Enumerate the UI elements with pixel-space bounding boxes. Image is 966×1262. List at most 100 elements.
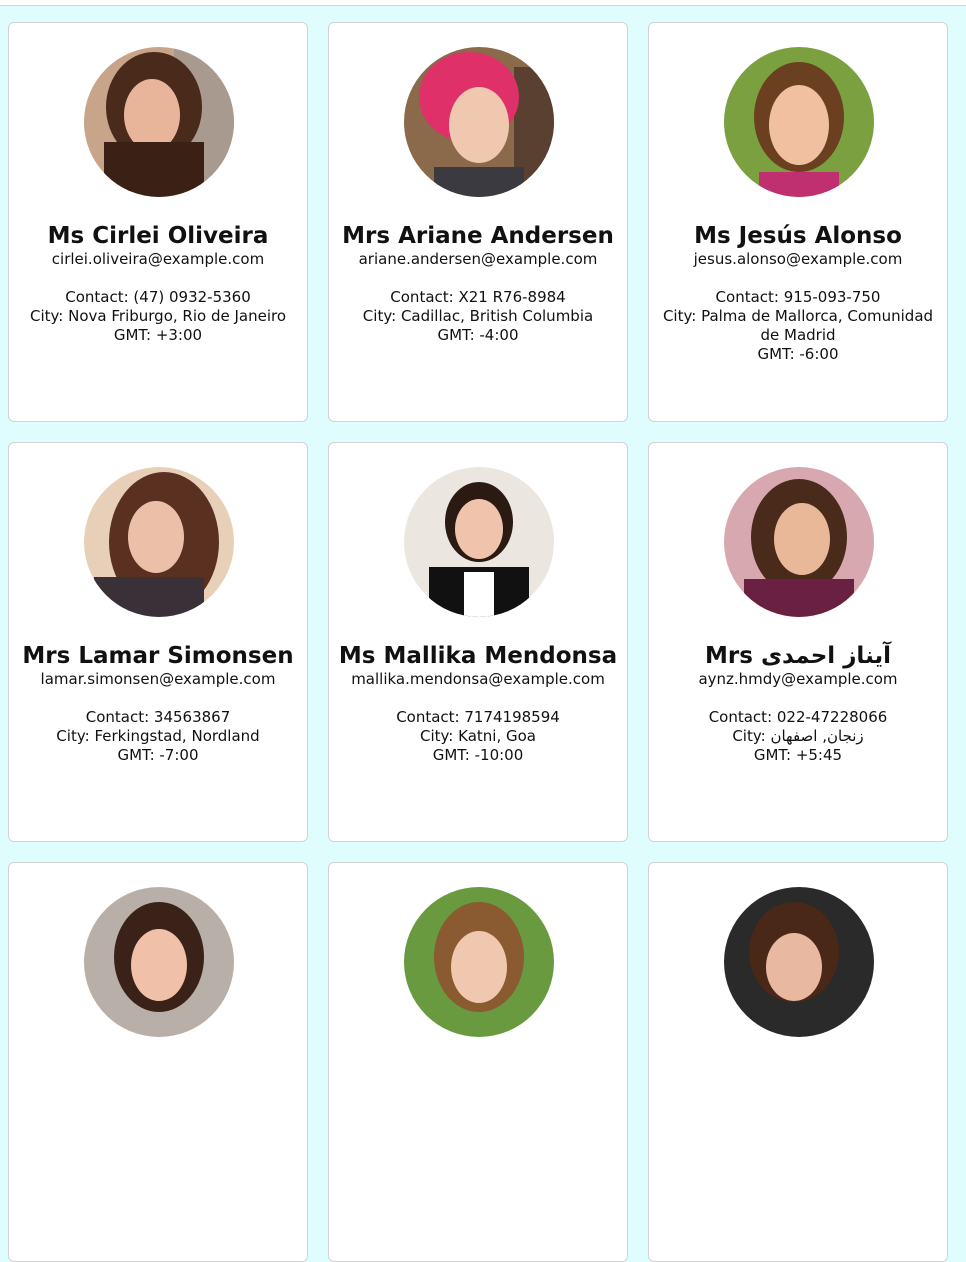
user-photo-image <box>84 467 234 617</box>
contact-line: Contact: 022-47228066 <box>661 708 935 727</box>
contact-label: Contact: <box>715 288 784 306</box>
user-card <box>328 862 628 1262</box>
user-card: Mrs Ariane Andersen ariane.andersen@exam… <box>328 22 628 422</box>
city-label: City: <box>420 727 459 745</box>
user-name: Ms Cirlei Oliveira <box>47 223 269 249</box>
user-photo <box>404 47 554 197</box>
user-photo <box>84 467 234 617</box>
gmt-line: GMT: +5:45 <box>661 746 935 765</box>
user-photo-image <box>84 887 234 1037</box>
contact-label: Contact: <box>390 288 459 306</box>
user-email: cirlei.oliveira@example.com <box>51 250 265 268</box>
city-label: City: <box>56 727 95 745</box>
contact-label: Contact: <box>85 708 154 726</box>
gmt-value: -6:00 <box>799 345 839 363</box>
user-details: Contact: 34563867 City: Ferkingstad, Nor… <box>21 708 295 765</box>
gmt-value: +3:00 <box>155 326 203 344</box>
gmt-value: +5:45 <box>795 746 843 764</box>
city-line: City: Cadillac, British Columbia <box>341 307 615 326</box>
user-photo <box>724 467 874 617</box>
city-value: زنجان, اصفهان <box>770 727 864 745</box>
user-details: Contact: (47) 0932-5360 City: Nova Fribu… <box>21 288 295 345</box>
user-photo-image <box>724 47 874 197</box>
user-name: Mrs Lamar Simonsen <box>22 643 294 669</box>
gmt-line: GMT: +3:00 <box>21 326 295 345</box>
user-email: lamar.simonsen@example.com <box>40 670 276 688</box>
contact-line: Contact: X21 R76-8984 <box>341 288 615 307</box>
user-photo-image <box>724 887 874 1037</box>
city-label: City: <box>662 307 702 325</box>
user-details: Contact: 7174198594 City: Katni, Goa GMT… <box>341 708 615 765</box>
city-value: Ferkingstad, Nordland <box>94 727 260 745</box>
user-details: Contact: 022-47228066 City: زنجان, اصفها… <box>661 708 935 765</box>
contact-value: 022-47228066 <box>776 708 888 726</box>
contact-label: Contact: <box>708 708 777 726</box>
gmt-label: GMT: <box>432 746 475 764</box>
user-details: Contact: X21 R76-8984 City: Cadillac, Br… <box>341 288 615 345</box>
user-card: Mrs آیناز احمدی aynz.hmdy@example.com Co… <box>648 442 948 842</box>
city-label: City: <box>732 727 771 745</box>
city-value: Cadillac, British Columbia <box>400 307 594 325</box>
contact-line: Contact: 7174198594 <box>341 708 615 727</box>
user-photo-image <box>404 467 554 617</box>
user-photo-image <box>404 887 554 1037</box>
user-name: Ms Jesús Alonso <box>694 223 902 249</box>
user-photo <box>404 467 554 617</box>
city-line: City: Palma de Mallorca, Comunidad de Ma… <box>661 307 935 345</box>
contact-label: Contact: <box>396 708 465 726</box>
gmt-value: -10:00 <box>474 746 524 764</box>
gmt-value: -4:00 <box>479 326 519 344</box>
contact-value: 34563867 <box>153 708 231 726</box>
user-email: mallika.mendonsa@example.com <box>351 670 605 688</box>
contact-line: Contact: 34563867 <box>21 708 295 727</box>
gmt-label: GMT: <box>753 746 796 764</box>
user-photo <box>404 887 554 1037</box>
user-card <box>8 862 308 1262</box>
contact-value: X21 R76-8984 <box>458 288 566 306</box>
gmt-label: GMT: <box>113 326 156 344</box>
gmt-line: GMT: -10:00 <box>341 746 615 765</box>
contact-value: 915-093-750 <box>783 288 881 306</box>
city-line: City: Ferkingstad, Nordland <box>21 727 295 746</box>
user-name: Ms Mallika Mendonsa <box>338 643 618 669</box>
user-email: ariane.andersen@example.com <box>358 250 598 268</box>
user-name: Mrs آیناز احمدی <box>705 643 891 669</box>
user-email: aynz.hmdy@example.com <box>698 670 898 688</box>
city-value: Katni, Goa <box>458 727 536 745</box>
user-photo <box>724 887 874 1037</box>
user-photo-image <box>404 47 554 197</box>
gmt-line: GMT: -7:00 <box>21 746 295 765</box>
gmt-label: GMT: <box>117 746 160 764</box>
city-label: City: <box>362 307 401 325</box>
user-email: jesus.alonso@example.com <box>693 250 903 268</box>
gmt-line: GMT: -4:00 <box>341 326 615 345</box>
user-details: Contact: 915-093-750 City: Palma de Mall… <box>661 288 935 364</box>
user-photo-image <box>84 47 234 197</box>
gmt-value: -7:00 <box>159 746 199 764</box>
gmt-line: GMT: -6:00 <box>661 345 935 364</box>
city-line: City: Katni, Goa <box>341 727 615 746</box>
user-card-grid: Ms Cirlei Oliveira cirlei.oliveira@examp… <box>8 22 948 1262</box>
contact-value: (47) 0932-5360 <box>133 288 251 306</box>
user-card: Ms Cirlei Oliveira cirlei.oliveira@examp… <box>8 22 308 422</box>
user-card: Mrs Lamar Simonsen lamar.simonsen@exampl… <box>8 442 308 842</box>
top-bar <box>0 0 966 6</box>
contact-line: Contact: 915-093-750 <box>661 288 935 307</box>
user-photo-image <box>724 467 874 617</box>
user-photo <box>84 887 234 1037</box>
gmt-label: GMT: <box>757 345 800 363</box>
contact-value: 7174198594 <box>464 708 560 726</box>
city-label: City: <box>30 307 69 325</box>
user-name: Mrs Ariane Andersen <box>342 223 614 249</box>
user-card: Ms Mallika Mendonsa mallika.mendonsa@exa… <box>328 442 628 842</box>
city-line: City: زنجان, اصفهان <box>661 727 935 746</box>
user-photo <box>724 47 874 197</box>
user-card: Ms Jesús Alonso jesus.alonso@example.com… <box>648 22 948 422</box>
contact-line: Contact: (47) 0932-5360 <box>21 288 295 307</box>
gmt-label: GMT: <box>437 326 480 344</box>
user-photo <box>84 47 234 197</box>
contact-label: Contact: <box>65 288 134 306</box>
city-line: City: Nova Friburgo, Rio de Janeiro <box>21 307 295 326</box>
user-card <box>648 862 948 1262</box>
city-value: Nova Friburgo, Rio de Janeiro <box>68 307 286 325</box>
